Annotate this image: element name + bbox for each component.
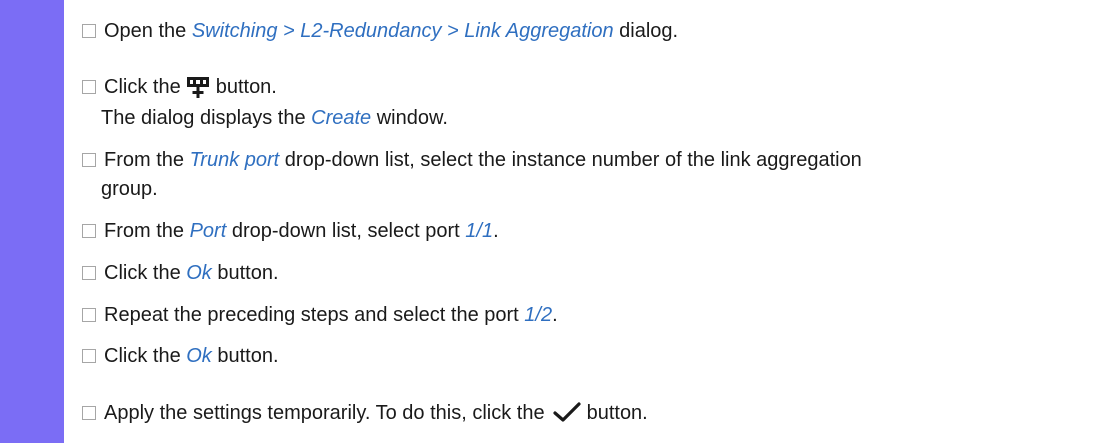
field-trunk-port: Trunk port xyxy=(189,149,280,171)
step-checkbox[interactable] xyxy=(82,406,96,420)
step-result: The dialog displays the Create window. xyxy=(82,103,448,133)
port-value: 1/1 xyxy=(465,220,494,242)
step-click-ok: Click the Ok button. xyxy=(82,258,279,288)
field-port: Port xyxy=(189,220,227,242)
ok-label: Ok xyxy=(186,262,212,284)
step-port: From the Port drop-down list, select por… xyxy=(82,216,499,246)
step-open-dialog: Open the Switching > L2-Redundancy > Lin… xyxy=(82,16,678,46)
step-text-end: button. xyxy=(211,262,279,284)
window-name: Create xyxy=(311,107,372,129)
step-text-end: . xyxy=(552,304,558,326)
result-text: The dialog displays the xyxy=(101,107,312,129)
step-repeat: Repeat the preceding steps and select th… xyxy=(82,300,558,330)
step-text: From the xyxy=(104,220,190,242)
step-checkbox[interactable] xyxy=(82,153,96,167)
step-text-end: button. xyxy=(215,76,277,98)
checkmark-icon xyxy=(552,401,581,432)
step-text-end: button. xyxy=(211,345,279,367)
step-apply: Apply the settings temporarily. To do th… xyxy=(82,398,648,432)
sidebar-accent xyxy=(0,0,64,443)
ok-label: Ok xyxy=(186,345,212,367)
step-checkbox[interactable] xyxy=(82,349,96,363)
step-text: Apply the settings temporarily. To do th… xyxy=(104,402,545,424)
step-checkbox[interactable] xyxy=(82,24,96,38)
step-text: Repeat the preceding steps and select th… xyxy=(104,304,525,326)
step-text-end: drop-down list, select the instance numb… xyxy=(279,149,862,171)
step-text: Open the xyxy=(104,20,192,42)
step-checkbox[interactable] xyxy=(82,308,96,322)
step-text: Click the xyxy=(104,76,181,98)
step-text: Click the xyxy=(104,262,187,284)
dialog-path: Switching > L2-Redundancy > Link Aggrega… xyxy=(191,20,614,42)
result-text-end: window. xyxy=(371,107,448,129)
step-text-mid: drop-down list, select port xyxy=(226,220,466,242)
step-text-cont: group. xyxy=(101,178,158,200)
step-text: From the xyxy=(104,149,190,171)
step-checkbox[interactable] xyxy=(82,224,96,238)
step-checkbox[interactable] xyxy=(82,266,96,280)
step-trunk-port: From the Trunk port drop-down list, sele… xyxy=(82,145,862,175)
step-text-end: dialog. xyxy=(613,20,679,42)
step-text-end: . xyxy=(493,220,499,242)
step-text-end: button. xyxy=(586,402,648,424)
step-trunk-port-cont: group. xyxy=(82,174,158,204)
port-value: 1/2 xyxy=(524,304,553,326)
step-text: Click the xyxy=(104,345,187,367)
step-click-ok-2: Click the Ok button. xyxy=(82,341,279,371)
step-checkbox[interactable] xyxy=(82,80,96,94)
